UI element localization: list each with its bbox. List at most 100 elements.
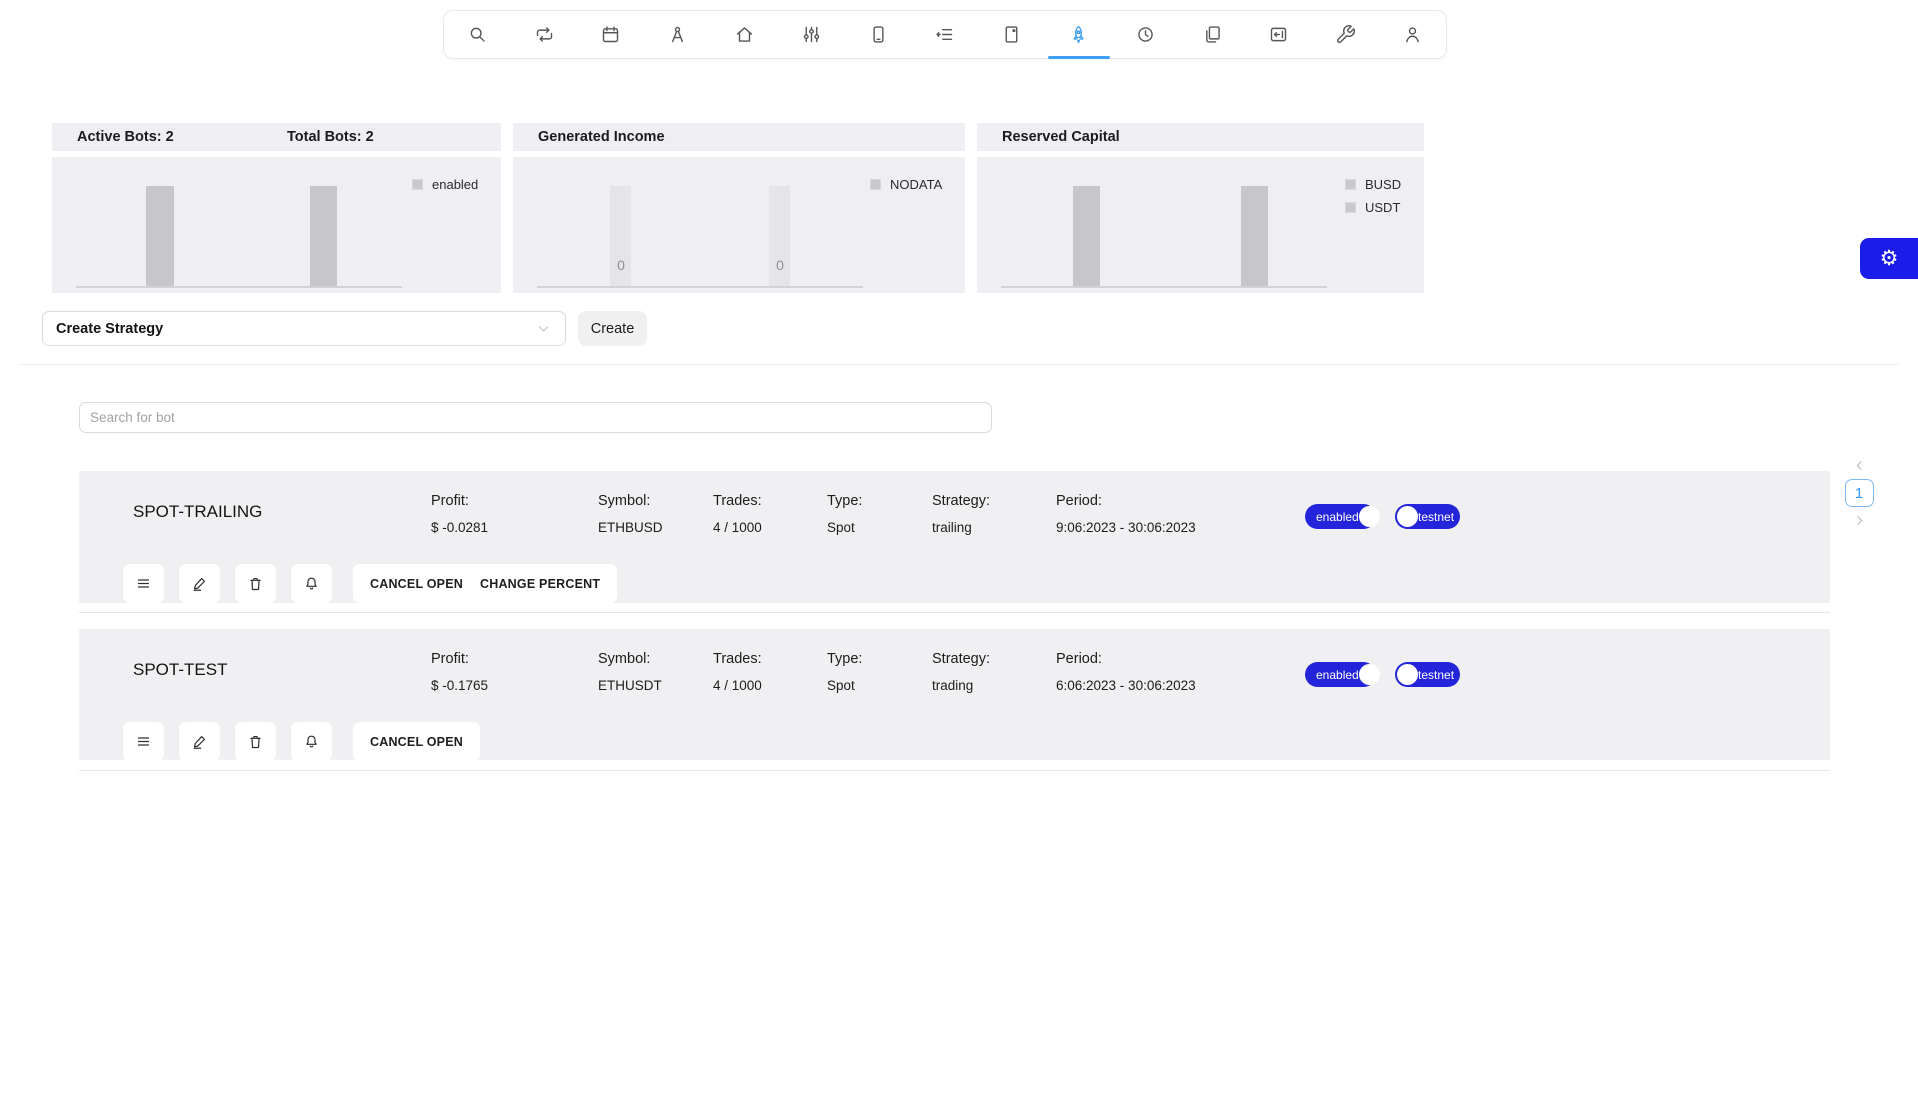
toggle-label: enabled — [1316, 668, 1359, 682]
field-value: $ -0.0281 — [431, 520, 488, 535]
nav-item-equalizer[interactable] — [779, 11, 843, 58]
nav-item-calendar[interactable] — [579, 11, 643, 58]
calendar-icon — [600, 24, 621, 45]
legend-swatch — [1345, 202, 1356, 213]
field-label: Strategy: — [932, 651, 990, 667]
field-label: Symbol: — [598, 651, 650, 667]
income-zero-label-1: 0 — [613, 257, 629, 273]
field-value: $ -0.1765 — [431, 678, 488, 693]
bots-chart-axis — [76, 286, 402, 288]
toggle-knob — [1359, 664, 1380, 685]
field-value: 9:06:2023 - 30:06:2023 — [1056, 520, 1196, 535]
swap-icon — [534, 24, 555, 45]
cancel-open-button[interactable]: CANCEL OPEN — [353, 564, 480, 603]
nav-item-panel[interactable] — [1247, 11, 1311, 58]
row-divider — [79, 612, 1830, 613]
field-label: Type: — [827, 651, 862, 667]
field-label: Period: — [1056, 493, 1102, 509]
pagination: 1 — [1841, 458, 1877, 528]
bot-edit-button[interactable] — [179, 722, 220, 761]
income-chart: 0 0 NODATA — [513, 157, 965, 293]
nav-item-tools[interactable] — [1314, 11, 1378, 58]
trash-icon — [247, 733, 264, 750]
dropdown-value: Create Strategy — [56, 321, 163, 337]
pencil-icon — [191, 575, 208, 592]
nav-item-indent-list[interactable] — [913, 11, 977, 58]
field-value: 6:06:2023 - 30:06:2023 — [1056, 678, 1196, 693]
legend-item-busd: BUSD — [1345, 177, 1401, 192]
testnet-toggle[interactable]: testnet — [1395, 504, 1460, 529]
generated-income-card: Generated Income 0 0 NODATA — [513, 123, 965, 293]
bot-notifications-button[interactable] — [291, 564, 332, 603]
chevron-down-icon — [535, 320, 552, 337]
bot-row-spot-test: SPOT-TEST Profit: $ -0.1765 Symbol: ETHU… — [79, 629, 1830, 760]
field-label: Trades: — [713, 493, 762, 509]
legend-label: USDT — [1365, 200, 1400, 215]
gear-icon: ⚙ — [1880, 246, 1899, 271]
rocket-icon — [1068, 24, 1089, 45]
bots-summary-card: Active Bots: 2 Total Bots: 2 enabled — [52, 123, 501, 293]
legend-item-enabled: enabled — [412, 177, 478, 192]
nav-item-compass[interactable] — [646, 11, 710, 58]
total-bots-title: Total Bots: 2 — [287, 129, 374, 145]
history-clock-icon — [1135, 24, 1156, 45]
nav-item-search[interactable] — [445, 11, 509, 58]
pagination-next-button[interactable] — [1852, 513, 1867, 528]
reserved-capital-header: Reserved Capital — [977, 123, 1424, 151]
bot-delete-button[interactable] — [235, 564, 276, 603]
change-percent-button[interactable]: CHANGE PERCENT — [463, 564, 617, 603]
bots-chart-legend: enabled — [412, 177, 478, 192]
field-value: Spot — [827, 678, 855, 693]
legend-swatch — [870, 179, 881, 190]
nav-item-copy[interactable] — [1180, 11, 1244, 58]
hamburger-icon — [135, 575, 152, 592]
bot-edit-button[interactable] — [179, 564, 220, 603]
cancel-open-button[interactable]: CANCEL OPEN — [353, 722, 480, 761]
bot-delete-button[interactable] — [235, 722, 276, 761]
generated-income-header: Generated Income — [513, 123, 965, 151]
nav-item-home[interactable] — [713, 11, 777, 58]
nav-item-swap[interactable] — [512, 11, 576, 58]
field-label: Profit: — [431, 493, 469, 509]
nav-item-rocket-active[interactable] — [1047, 11, 1111, 58]
enabled-toggle[interactable]: enabled — [1305, 504, 1376, 529]
field-value: trailing — [932, 520, 972, 535]
home-icon — [734, 24, 755, 45]
reserved-capital-title: Reserved Capital — [1002, 129, 1120, 145]
nav-item-history[interactable] — [1113, 11, 1177, 58]
bell-icon — [303, 575, 320, 592]
testnet-toggle[interactable]: testnet — [1395, 662, 1460, 687]
toggle-knob — [1397, 506, 1418, 527]
pagination-page-1[interactable]: 1 — [1845, 479, 1874, 507]
field-value: trading — [932, 678, 973, 693]
search-input[interactable] — [79, 402, 992, 433]
field-label: Strategy: — [932, 493, 990, 509]
toggle-label: testnet — [1418, 668, 1454, 682]
toggle-knob — [1397, 664, 1418, 685]
nav-item-smartphone[interactable] — [846, 11, 910, 58]
create-button[interactable]: Create — [578, 311, 647, 346]
capital-chart-axis — [1001, 286, 1327, 288]
smartphone-icon — [868, 24, 889, 45]
income-chart-legend: NODATA — [870, 177, 942, 192]
legend-label: enabled — [432, 177, 478, 192]
settings-fab-button[interactable]: ⚙ — [1860, 238, 1918, 279]
bot-menu-button[interactable] — [123, 722, 164, 761]
field-value: 4 / 1000 — [713, 678, 762, 693]
indent-list-icon — [934, 24, 955, 45]
nav-item-user[interactable] — [1381, 11, 1445, 58]
pagination-prev-button[interactable] — [1852, 458, 1867, 473]
nav-item-file[interactable] — [980, 11, 1044, 58]
toggle-knob — [1359, 506, 1380, 527]
bot-menu-button[interactable] — [123, 564, 164, 603]
bot-notifications-button[interactable] — [291, 722, 332, 761]
trash-icon — [247, 575, 264, 592]
hamburger-icon — [135, 733, 152, 750]
bots-chart: enabled — [52, 157, 501, 293]
enabled-toggle[interactable]: enabled — [1305, 662, 1376, 687]
legend-item-nodata: NODATA — [870, 177, 942, 192]
create-strategy-dropdown[interactable]: Create Strategy — [42, 311, 566, 346]
legend-swatch — [1345, 179, 1356, 190]
capital-chart-bar-2 — [1241, 186, 1268, 286]
field-value: ETHUSDT — [598, 678, 662, 693]
